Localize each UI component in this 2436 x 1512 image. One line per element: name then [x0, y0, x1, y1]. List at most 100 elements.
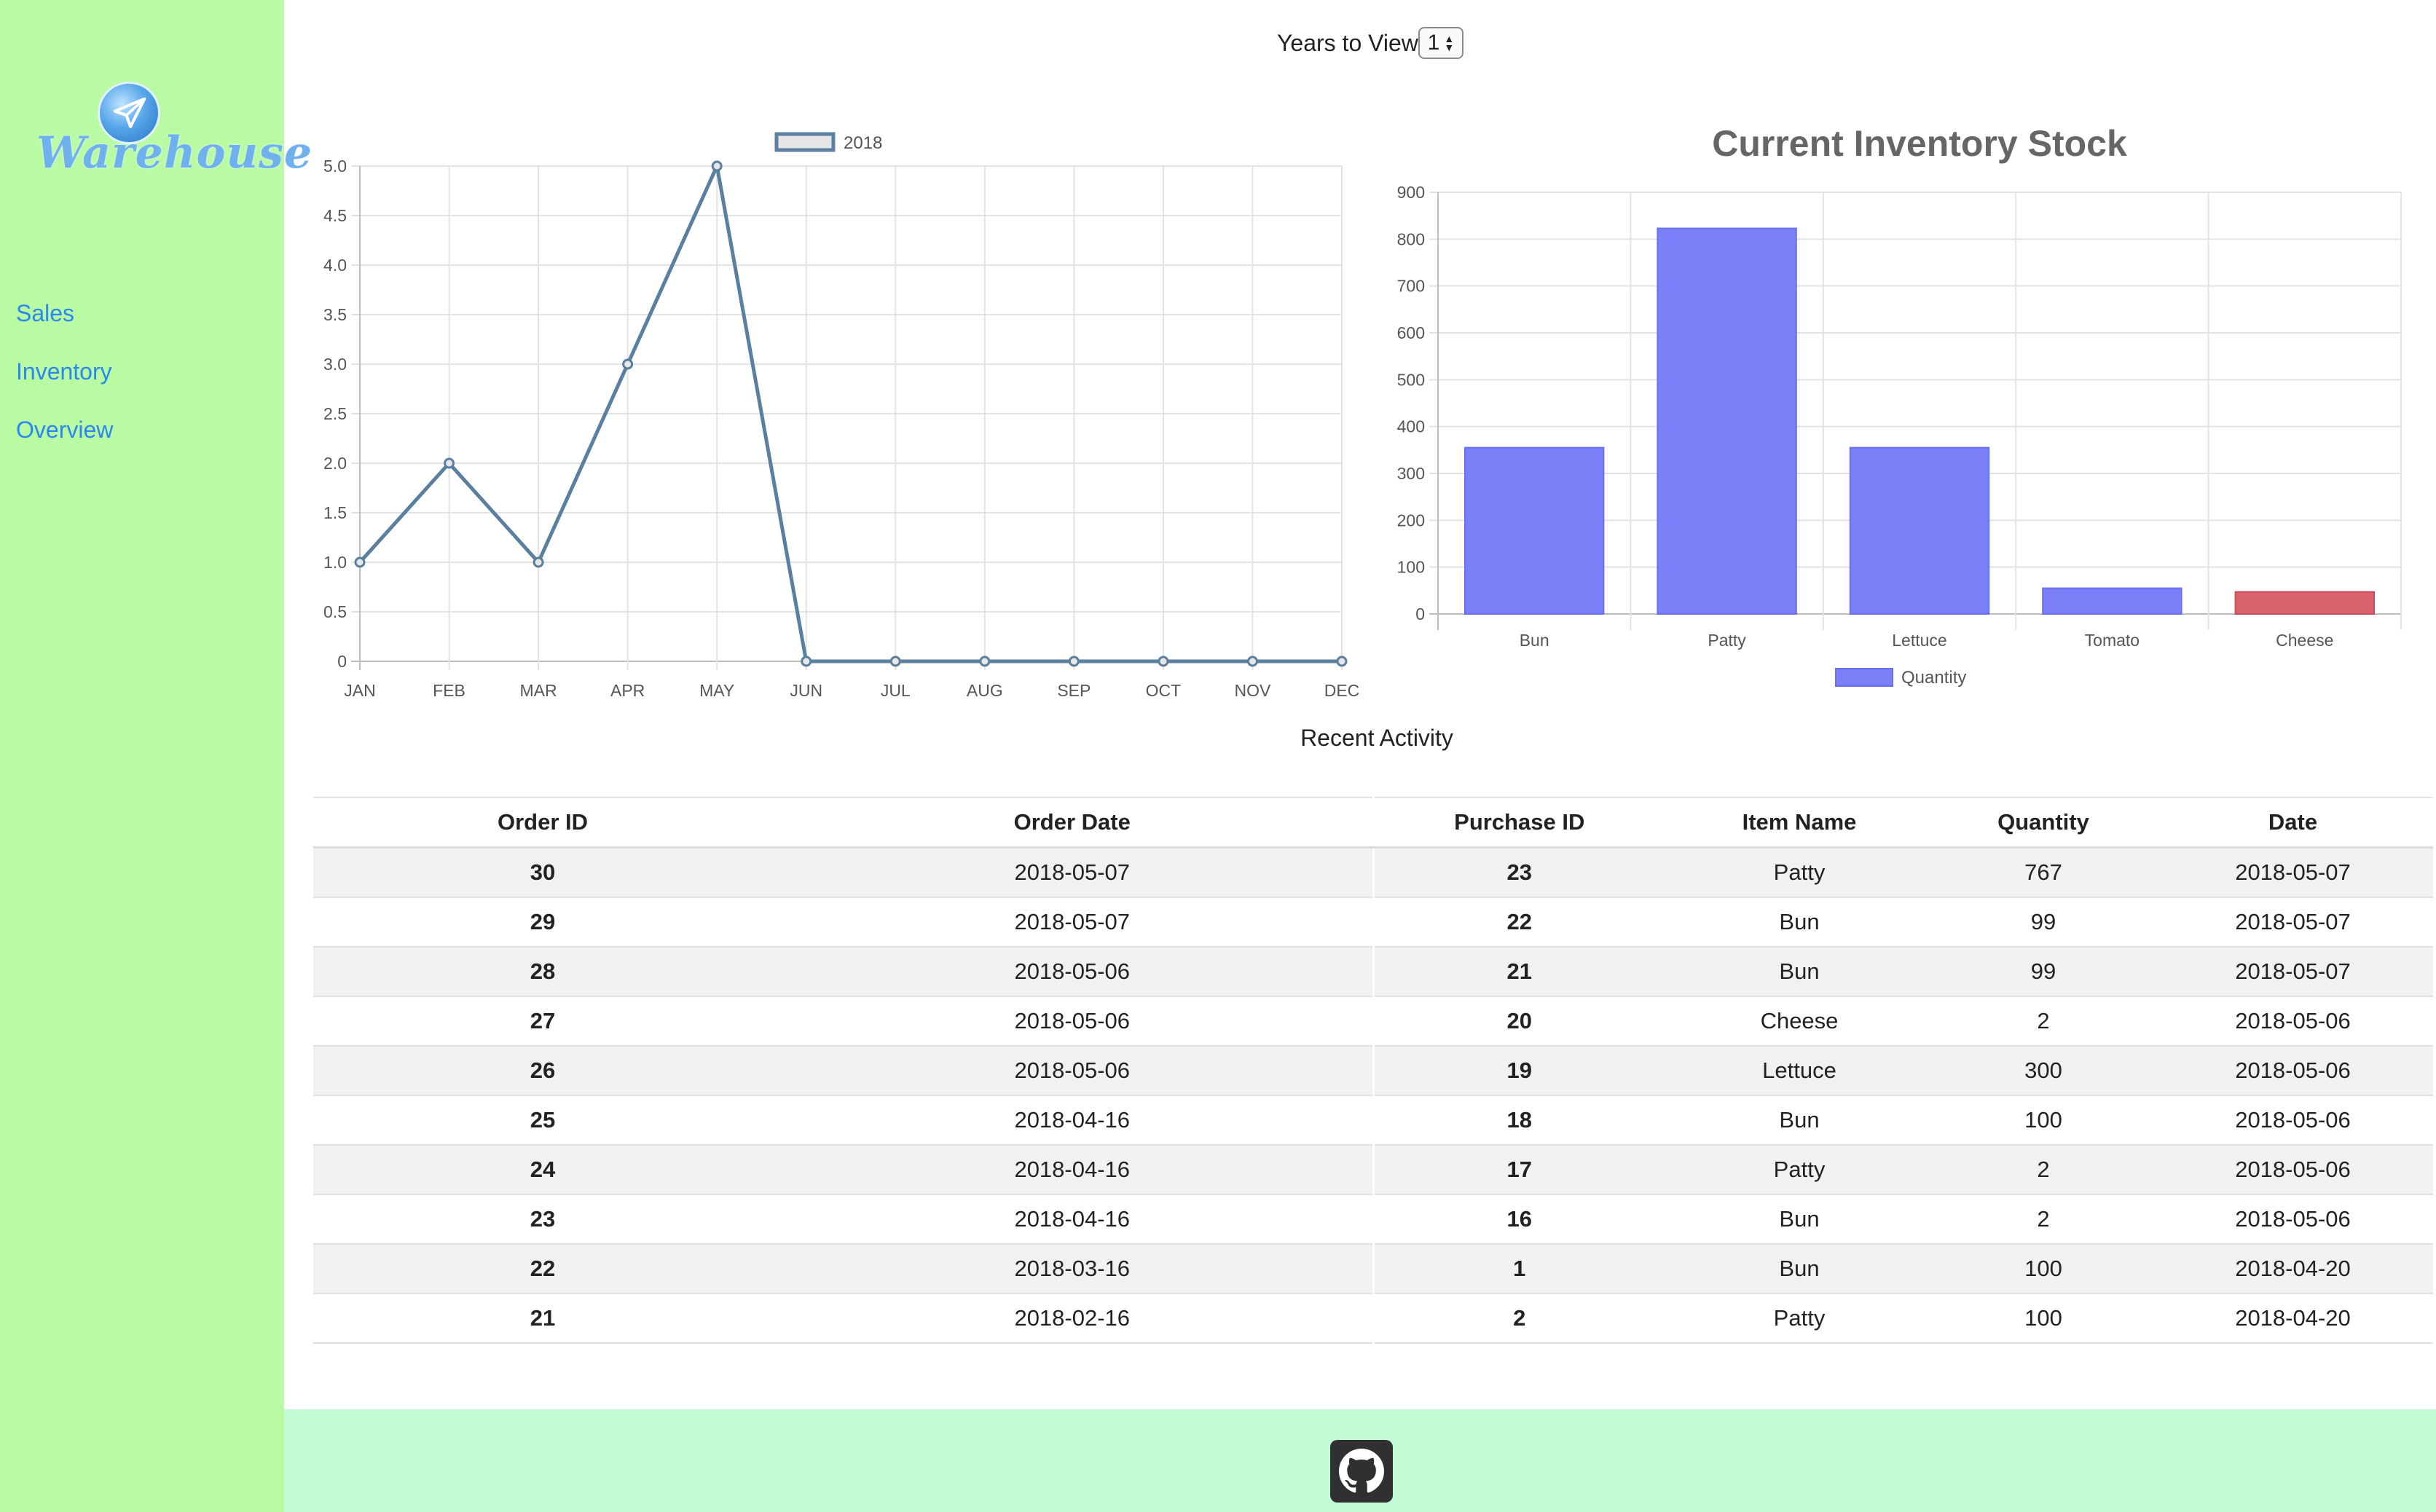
cell-date: 2018-05-07 [2153, 947, 2433, 997]
x-tick-label: Patty [1708, 631, 1746, 650]
cell-quantity: 99 [1934, 947, 2153, 997]
bar-lettuce [1849, 446, 1990, 615]
cell-item-name: Bun [1665, 1095, 1934, 1146]
monthly-sales-line-chart: 0 0.5 1.0 1.5 2.0 2.5 3.0 3.5 4.0 4.5 5.0 JAN FEB MAR… [323, 132, 1360, 699]
x-tick-label: APR [610, 681, 645, 699]
warehouse-logo[interactable]: Warehouse [36, 76, 312, 193]
table-header-row: Order ID Order Date Purchase ID Item Name Qu… [313, 797, 2433, 848]
legend-swatch-2018 [774, 132, 836, 152]
cell-purchase-id: 2 [1372, 1294, 1665, 1344]
column-header-purchase-id: Purchase ID [1372, 797, 1665, 848]
github-link[interactable] [1330, 1440, 1393, 1503]
cell-order-id: 22 [313, 1244, 772, 1294]
legend-label-quantity: Quantity [1901, 668, 1966, 688]
cell-item-name: Bun [1665, 1244, 1934, 1294]
x-tick-label: Tomato [2085, 631, 2140, 650]
cell-purchase-id: 23 [1372, 847, 1665, 898]
cell-order-id: 26 [313, 1046, 772, 1096]
x-tick-label: JAN [344, 681, 375, 699]
y-tick-label: 3.0 [323, 355, 347, 374]
cell-order-date: 2018-05-06 [772, 1046, 1373, 1096]
bar-cheese [2234, 591, 2375, 615]
cell-item-name: Cheese [1665, 996, 1934, 1047]
cell-purchase-id: 19 [1372, 1046, 1665, 1096]
data-point [1246, 655, 1258, 667]
table-row: 30 2018-05-07 23 Patty 767 2018-05-07 [313, 847, 2433, 898]
cell-date: 2018-04-20 [2153, 1294, 2433, 1344]
y-tick-label: 0.5 [323, 602, 347, 621]
cell-order-date: 2018-03-16 [772, 1244, 1373, 1294]
y-tick-label: 2.5 [323, 404, 347, 423]
cell-order-id: 25 [313, 1095, 772, 1146]
bar-tomato [2042, 587, 2182, 615]
nav-overview-link[interactable]: Overview [16, 417, 113, 444]
cell-purchase-id: 22 [1372, 897, 1665, 948]
table-row: 24 2018-04-16 17 Patty 2 2018-05-06 [313, 1145, 2433, 1195]
footer [284, 1409, 2436, 1512]
data-point [444, 457, 455, 469]
y-tick-label: 0 [337, 652, 347, 671]
years-to-view-control: Years to View 1 ▲ ▼ [1277, 25, 1463, 61]
data-point [1068, 655, 1080, 667]
cell-purchase-id: 21 [1372, 947, 1665, 997]
cell-purchase-id: 18 [1372, 1095, 1665, 1146]
years-select-value: 1 [1427, 31, 1440, 55]
cell-quantity: 767 [1934, 847, 2153, 898]
cell-date: 2018-05-06 [2153, 1046, 2433, 1096]
data-point [711, 160, 723, 172]
x-tick-label: OCT [1146, 681, 1182, 699]
cell-date: 2018-05-07 [2153, 847, 2433, 898]
cell-quantity: 2 [1934, 1145, 2153, 1195]
years-select[interactable]: 1 ▲ ▼ [1418, 27, 1463, 59]
cell-order-date: 2018-04-16 [772, 1095, 1373, 1146]
table-row: 22 2018-03-16 1 Bun 100 2018-04-20 [313, 1244, 2433, 1294]
x-tick-label: Cheese [2276, 631, 2333, 650]
y-tick-label: 500 [1397, 370, 1425, 389]
cell-order-date: 2018-05-06 [772, 947, 1373, 997]
cell-item-name: Patty [1665, 1294, 1934, 1344]
data-point [533, 556, 544, 568]
table-row: 21 2018-02-16 2 Patty 100 2018-04-20 [313, 1294, 2433, 1344]
cell-order-date: 2018-02-16 [772, 1294, 1373, 1344]
cell-purchase-id: 16 [1372, 1194, 1665, 1245]
cell-quantity: 2 [1934, 1194, 2153, 1245]
y-tick-label: 1.0 [323, 553, 347, 572]
x-tick-label: SEP [1057, 681, 1091, 699]
y-tick-label: 400 [1397, 417, 1425, 436]
y-tick-label: 600 [1397, 323, 1425, 342]
chart-title: Current Inventory Stock [1712, 123, 2127, 164]
x-tick-label: NOV [1235, 681, 1272, 699]
y-tick-label: 5.0 [323, 157, 347, 176]
nav-sales-link[interactable]: Sales [16, 300, 74, 327]
column-header-date: Date [2153, 797, 2433, 848]
x-tick-label: AUG [967, 681, 1003, 699]
data-point [889, 655, 901, 667]
cell-date: 2018-05-06 [2153, 996, 2433, 1047]
recent-activity-title: Recent Activity [1300, 725, 1453, 751]
y-tick-label: 2.0 [323, 454, 347, 473]
nav-inventory-link[interactable]: Inventory [16, 358, 112, 385]
inventory-stock-bar-chart: Current Inventory Stock 0 100 200 300 400 500 6… [1397, 123, 2402, 688]
bar-bun [1464, 446, 1605, 615]
x-tick-label: DEC [1324, 681, 1360, 699]
cell-order-id: 30 [313, 847, 772, 898]
cell-order-id: 29 [313, 897, 772, 948]
column-header-order-id: Order ID [313, 797, 772, 848]
table-row: 26 2018-05-06 19 Lettuce 300 2018-05-06 [313, 1046, 2433, 1096]
table-row: 23 2018-04-16 16 Bun 2 2018-05-06 [313, 1194, 2433, 1245]
cell-order-date: 2018-05-07 [772, 897, 1373, 948]
cell-order-id: 24 [313, 1145, 772, 1195]
x-tick-label: MAR [520, 681, 557, 699]
cell-item-name: Bun [1665, 897, 1934, 948]
cell-quantity: 99 [1934, 897, 2153, 948]
y-tick-label: 3.5 [323, 305, 347, 324]
y-tick-label: 1.5 [323, 503, 347, 522]
table-row: 27 2018-05-06 20 Cheese 2 2018-05-06 [313, 996, 2433, 1047]
y-tick-label: 100 [1397, 558, 1425, 577]
cell-date: 2018-05-06 [2153, 1145, 2433, 1195]
cell-quantity: 100 [1934, 1294, 2153, 1344]
x-tick-label: JUN [790, 681, 822, 699]
y-tick-label: 200 [1397, 511, 1425, 529]
y-tick-label: 4.0 [323, 256, 347, 275]
table-row: 25 2018-04-16 18 Bun 100 2018-05-06 [313, 1095, 2433, 1146]
